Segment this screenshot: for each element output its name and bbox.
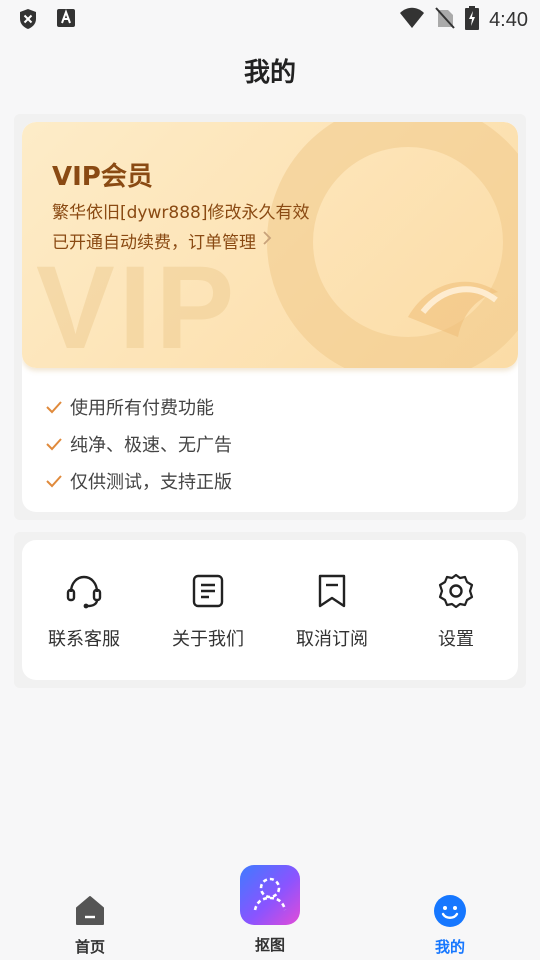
menu-label: 设置 — [438, 629, 474, 650]
vip-card[interactable]: VIP VIP会员 繁华依旧[dywr888]修改永久有效 已开通自动续费，订单… — [22, 122, 518, 368]
gear-icon — [438, 573, 474, 609]
vip-order-link[interactable]: 已开通自动续费，订单管理 — [52, 228, 272, 253]
check-icon — [46, 400, 62, 413]
benefit-item: 使用所有付费功能 — [44, 388, 232, 425]
menu-label: 取消订阅 — [296, 629, 368, 650]
vip-emblem-icon — [267, 122, 518, 368]
benefit-text: 使用所有付费功能 — [70, 397, 214, 419]
benefit-text: 纯净、极速、无广告 — [70, 434, 232, 456]
check-icon — [46, 437, 62, 450]
menu-label: 关于我们 — [172, 629, 244, 650]
bookmark-icon — [318, 574, 346, 608]
headset-icon — [66, 575, 102, 609]
nav-label: 抠图 — [254, 936, 285, 954]
font-a-icon — [56, 8, 76, 34]
nav-label: 我的 — [434, 938, 465, 956]
screen: 4:40 我的 VIP VIP会员 繁华依旧[dywr888]修改永久有效 已开… — [0, 0, 540, 960]
battery-charging-icon — [465, 6, 480, 34]
menu-item-about-us[interactable]: 关于我们 — [146, 540, 270, 680]
menu-grid: 联系客服 关于我们 取消订阅 设置 — [22, 540, 518, 680]
vip-watermark: VIP — [36, 242, 239, 368]
nav-label: 首页 — [74, 938, 105, 956]
vip-container: VIP VIP会员 繁华依旧[dywr888]修改永久有效 已开通自动续费，订单… — [22, 122, 518, 512]
chevron-right-icon — [262, 230, 272, 251]
menu-item-contact-service[interactable]: 联系客服 — [22, 540, 146, 680]
check-icon — [46, 474, 62, 487]
menu-panel: 联系客服 关于我们 取消订阅 设置 — [14, 532, 526, 688]
nav-item-mine[interactable]: 我的 — [390, 894, 510, 957]
menu-item-cancel-subscription[interactable]: 取消订阅 — [270, 540, 394, 680]
status-bar: 4:40 — [0, 0, 540, 38]
clock: 4:40 — [489, 8, 528, 31]
menu-item-settings[interactable]: 设置 — [394, 540, 518, 680]
page-title: 我的 — [243, 58, 296, 88]
vip-order-text: 已开通自动续费，订单管理 — [52, 233, 256, 253]
shield-x-icon — [18, 8, 38, 34]
document-icon — [192, 574, 224, 608]
menu-label: 联系客服 — [48, 629, 120, 650]
nav-item-home[interactable]: 首页 — [30, 894, 150, 957]
vip-title: VIP会员 — [52, 162, 153, 192]
benefit-item: 仅供测试，支持正版 — [44, 462, 232, 499]
cutout-icon — [240, 865, 300, 925]
vip-account-text: 繁华依旧[dywr888]修改永久有效 — [52, 203, 310, 223]
nav-item-cutout[interactable]: 抠图 — [210, 864, 330, 955]
wifi-icon — [399, 7, 425, 33]
benefit-list: 使用所有付费功能 纯净、极速、无广告 仅供测试，支持正版 — [44, 388, 232, 499]
benefit-item: 纯净、极速、无广告 — [44, 425, 232, 462]
vip-panel: VIP VIP会员 繁华依旧[dywr888]修改永久有效 已开通自动续费，订单… — [14, 114, 526, 520]
smile-icon — [434, 895, 466, 927]
home-icon — [76, 896, 104, 925]
benefit-text: 仅供测试，支持正版 — [70, 471, 232, 493]
no-sim-icon — [435, 7, 455, 33]
bottom-nav: 首页 抠图 我的 — [0, 856, 540, 960]
